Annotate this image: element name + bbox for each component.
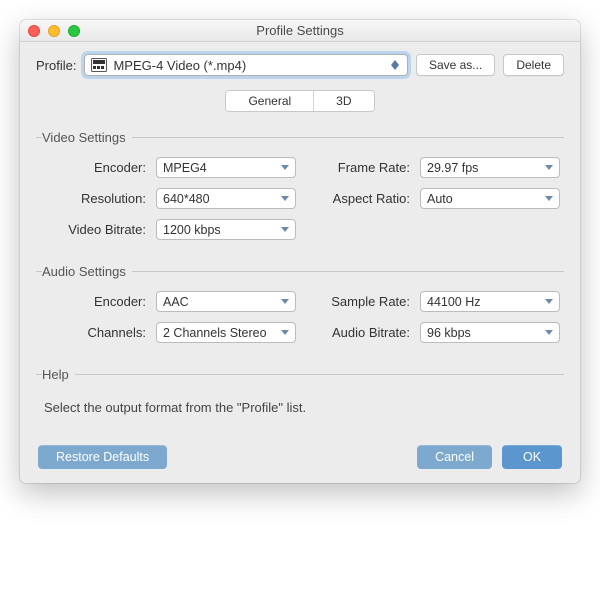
video-encoder-select[interactable]: MPEG4 [156,157,296,178]
footer-buttons: Restore Defaults Cancel OK [36,445,564,469]
delete-button[interactable]: Delete [503,54,564,76]
window-controls [28,25,80,37]
tab-3d[interactable]: 3D [313,91,373,111]
save-as-label: Save as... [429,58,482,72]
channels-value: 2 Channels Stereo [163,326,267,340]
audio-encoder-label: Encoder: [42,294,150,309]
sample-rate-select[interactable]: 44100 Hz [420,291,560,312]
video-bitrate-select[interactable]: 1200 kbps [156,219,296,240]
zoom-icon[interactable] [68,25,80,37]
window-title: Profile Settings [20,23,580,38]
cancel-label: Cancel [435,450,474,464]
profile-selected-value: MPEG-4 Video (*.mp4) [113,58,246,73]
channels-label: Channels: [42,325,150,340]
close-icon[interactable] [28,25,40,37]
frame-rate-value: 29.97 fps [427,161,478,175]
audio-settings-group: Audio Settings Encoder: AAC Sample Rate:… [36,264,564,343]
audio-encoder-select[interactable]: AAC [156,291,296,312]
video-bitrate-label: Video Bitrate: [42,222,150,237]
sample-rate-value: 44100 Hz [427,295,481,309]
resolution-label: Resolution: [42,191,150,206]
tab-bar: General 3D [36,90,564,112]
delete-label: Delete [516,58,551,72]
audio-bitrate-value: 96 kbps [427,326,471,340]
profile-select[interactable]: MPEG-4 Video (*.mp4) [84,54,407,76]
tab-segmented-control: General 3D [225,90,374,112]
updown-arrows-icon [387,55,403,75]
help-legend: Help [42,367,75,382]
minimize-icon[interactable] [48,25,60,37]
frame-rate-select[interactable]: 29.97 fps [420,157,560,178]
chevron-down-icon [278,158,292,177]
tab-general[interactable]: General [226,91,313,111]
video-bitrate-value: 1200 kbps [163,223,221,237]
chevron-down-icon [278,189,292,208]
audio-settings-legend: Audio Settings [42,264,132,279]
titlebar: Profile Settings [20,20,580,42]
frame-rate-label: Frame Rate: [302,160,414,175]
restore-defaults-button[interactable]: Restore Defaults [38,445,167,469]
chevron-down-icon [542,189,556,208]
restore-defaults-label: Restore Defaults [56,450,149,464]
profile-settings-window: Profile Settings Profile: MPEG-4 Video (… [20,20,580,483]
help-text: Select the output format from the "Profi… [36,394,564,433]
chevron-down-icon [278,292,292,311]
mp4-file-icon [91,58,107,72]
resolution-select[interactable]: 640*480 [156,188,296,209]
chevron-down-icon [278,323,292,342]
video-encoder-label: Encoder: [42,160,150,175]
chevron-down-icon [542,323,556,342]
help-group: Help Select the output format from the "… [36,367,564,433]
resolution-value: 640*480 [163,192,210,206]
video-settings-group: Video Settings Encoder: MPEG4 Frame Rate… [36,130,564,240]
video-encoder-value: MPEG4 [163,161,207,175]
content-area: Profile: MPEG-4 Video (*.mp4) Save as...… [20,42,580,483]
cancel-button[interactable]: Cancel [417,445,492,469]
profile-row: Profile: MPEG-4 Video (*.mp4) Save as...… [36,54,564,76]
ok-label: OK [523,450,541,464]
save-as-button[interactable]: Save as... [416,54,495,76]
sample-rate-label: Sample Rate: [302,294,414,309]
chevron-down-icon [278,220,292,239]
tab-general-label: General [248,94,291,108]
audio-bitrate-select[interactable]: 96 kbps [420,322,560,343]
ok-button[interactable]: OK [502,445,562,469]
audio-encoder-value: AAC [163,295,189,309]
video-settings-legend: Video Settings [42,130,132,145]
aspect-ratio-select[interactable]: Auto [420,188,560,209]
aspect-ratio-value: Auto [427,192,453,206]
audio-bitrate-label: Audio Bitrate: [302,325,414,340]
chevron-down-icon [542,158,556,177]
profile-label: Profile: [36,58,76,73]
tab-3d-label: 3D [336,94,351,108]
aspect-ratio-label: Aspect Ratio: [302,191,414,206]
chevron-down-icon [542,292,556,311]
channels-select[interactable]: 2 Channels Stereo [156,322,296,343]
